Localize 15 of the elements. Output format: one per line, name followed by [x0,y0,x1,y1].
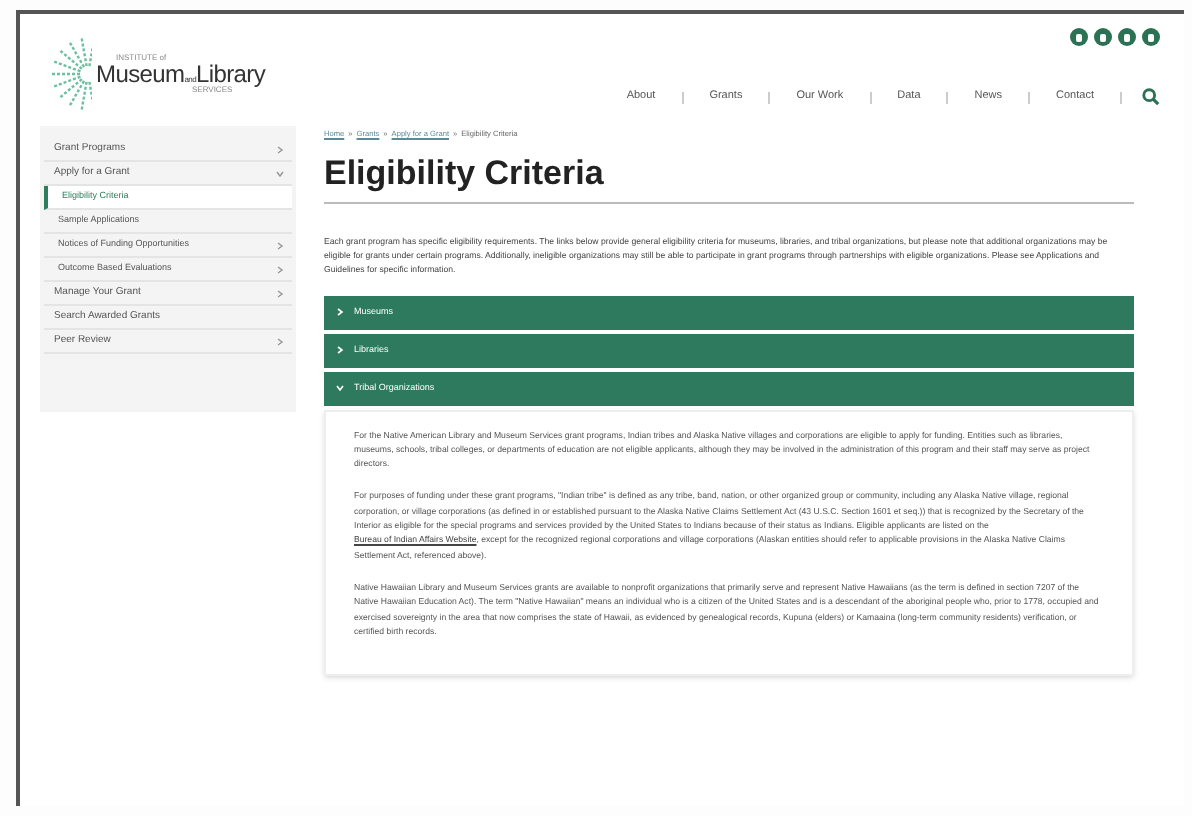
social-icon[interactable] [1070,28,1088,46]
chevron-icon [276,289,284,297]
social-icon[interactable] [1142,28,1160,46]
chevron-icon [276,337,284,345]
chevron-icon [276,241,284,249]
caret-down-icon [336,384,344,393]
search-icon[interactable] [1142,88,1160,106]
caret-right-icon [336,308,344,317]
page-title: Eligibility Criteria [324,155,606,190]
chevron-icon [276,265,284,273]
caret-right-icon [336,346,344,355]
social-icon[interactable] [1118,28,1136,46]
chevron-icon [276,169,284,177]
chevron-icon [276,145,284,153]
social-icon[interactable] [1094,28,1112,46]
